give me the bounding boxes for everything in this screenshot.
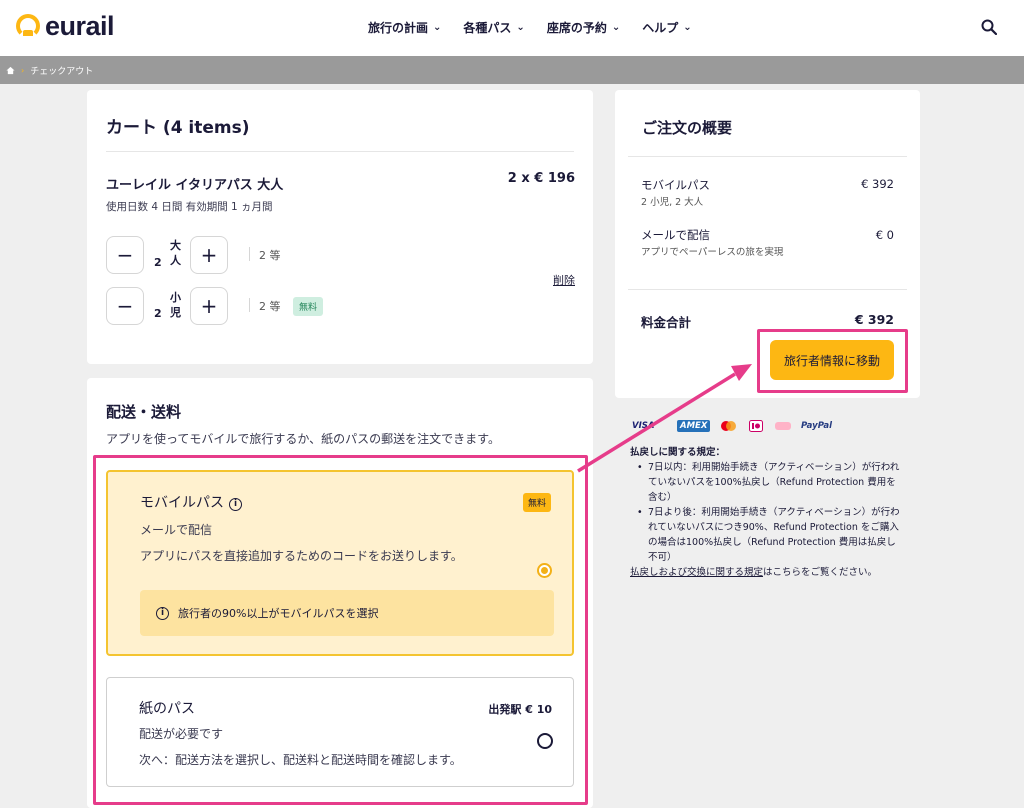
klarna-icon <box>775 422 791 430</box>
child-class: 2 等 <box>259 300 281 313</box>
breadcrumb-separator-icon: › <box>21 65 25 75</box>
mobile-pass-title: モバイルパス i <box>140 492 242 512</box>
paypal-icon: PayPal <box>801 421 833 431</box>
order-summary-panel: ご注文の概要 モバイルパス 2 小児, 2 大人 € 392 メールで配信 アプ… <box>615 90 920 398</box>
delivery-title: 配送・送料 <box>106 403 182 421</box>
summary-title: ご注文の概要 <box>642 119 733 137</box>
hint-text: 旅行者の90%以上がモバイルパスを選択 <box>178 607 379 620</box>
info-icon: i <box>156 606 169 620</box>
mobile-pass-hint: i 旅行者の90%以上がモバイルパスを選択 <box>140 590 554 636</box>
summary-email-label: メールで配信 <box>641 228 710 242</box>
paper-pass-title: 紙のパス <box>139 701 195 717</box>
ideal-icon <box>749 420 763 432</box>
adult-decrement-button[interactable]: − <box>106 236 144 274</box>
visa-icon: VISA <box>632 421 655 431</box>
nav-label: 各種パス <box>463 21 512 35</box>
eurail-logo[interactable]: eurail <box>16 10 115 41</box>
free-badge: 無料 <box>522 493 551 512</box>
mobile-pass-option[interactable]: モバイルパス i 無料 メールで配信 アプリにパスを直接追加するためのコードをお送… <box>106 470 574 656</box>
mobile-pass-radio[interactable] <box>537 563 552 578</box>
go-to-traveler-info-button[interactable]: 旅行者情報に移動 <box>770 340 894 380</box>
logo-text: eurail <box>45 10 115 41</box>
cart-panel: カート (4 items) <box>87 90 593 364</box>
divider <box>106 151 574 152</box>
refund-item: 7日より後：利用開始手続き（アクティベーション）が行われていないパスにつき90%… <box>630 505 900 565</box>
paper-pass-price: 出発駅 € 10 <box>488 703 552 716</box>
top-header: eurail 旅行の計画 ⌄ 各種パス ⌄ 座席の予約 ⌄ ヘルプ ⌄ <box>0 0 1024 56</box>
nav-label: ヘルプ <box>642 21 679 35</box>
logo-icon <box>16 14 40 38</box>
divider <box>249 247 250 261</box>
adult-class: 2 等 <box>259 249 281 262</box>
delivery-panel: 配送・送料 アプリを使ってモバイルで旅行するか、紙のパスの郵送を注文できます。 … <box>87 378 593 808</box>
chevron-down-icon: ⌄ <box>611 22 621 33</box>
mobile-pass-line2: アプリにパスを直接追加するためのコードをお送りします。 <box>140 549 463 563</box>
amex-icon: AMEX <box>677 420 711 432</box>
refund-link[interactable]: 払戻しおよび交換に関する規定 <box>630 567 763 578</box>
total-label: 料金合計 <box>641 315 692 330</box>
breadcrumb: › チェックアウト <box>0 56 1024 84</box>
refund-list: 7日以内：利用開始手続き（アクティベーション）が行われていないパスを100%払戻… <box>630 460 900 565</box>
nav-item-help[interactable]: ヘルプ ⌄ <box>642 19 691 36</box>
summary-mobile-label: モバイルパス <box>641 178 710 192</box>
adult-qty: 2 <box>154 256 162 269</box>
adult-label: 大人 <box>170 239 181 267</box>
chevron-down-icon: ⌄ <box>683 22 692 33</box>
info-icon[interactable]: i <box>229 498 242 511</box>
main-nav: 旅行の計画 ⌄ 各種パス ⌄ 座席の予約 ⌄ ヘルプ ⌄ <box>368 19 692 36</box>
mobile-pass-line1: メールで配信 <box>140 523 213 537</box>
pass-price: 2 x € 196 <box>507 171 575 186</box>
summary-mobile-value: € 392 <box>861 177 894 191</box>
refund-link-line: 払戻しおよび交換に関する規定はこちらをご覧ください。 <box>630 565 900 580</box>
paper-pass-line2: 次へ：配送方法を選択し、配送料と配送時間を確認します。 <box>139 753 462 767</box>
nav-label: 旅行の計画 <box>368 21 429 35</box>
pass-name: ユーレイル イタリアパス 大人 <box>106 178 284 193</box>
child-qty: 2 <box>154 307 162 320</box>
delivery-subtitle: アプリを使ってモバイルで旅行するか、紙のパスの郵送を注文できます。 <box>106 432 500 446</box>
home-icon[interactable] <box>6 66 15 75</box>
adult-increment-button[interactable]: + <box>190 236 228 274</box>
divider <box>249 298 250 312</box>
paper-pass-radio[interactable] <box>537 733 553 749</box>
divider <box>628 156 907 157</box>
pass-details: 使用日数 4 日間 有効期間 1 ヵ月間 <box>106 201 273 213</box>
paper-pass-line1: 配送が必要です <box>139 727 224 741</box>
child-increment-button[interactable]: + <box>190 287 228 325</box>
child-label: 小児 <box>170 291 181 319</box>
refund-title: 払戻しに関する規定： <box>630 447 726 458</box>
mobile-pass-label: モバイルパス <box>140 495 224 511</box>
chevron-down-icon: ⌄ <box>433 22 442 33</box>
breadcrumb-current: チェックアウト <box>30 66 94 77</box>
search-icon[interactable] <box>981 19 997 35</box>
child-decrement-button[interactable]: − <box>106 287 144 325</box>
refund-policy: 払戻しに関する規定： 7日以内：利用開始手続き（アクティベーション）が行われてい… <box>630 445 900 580</box>
mastercard-icon <box>721 421 736 431</box>
delete-link[interactable]: 削除 <box>553 272 575 288</box>
paper-pass-option[interactable]: 紙のパス 出発駅 € 10 配送が必要です 次へ：配送方法を選択し、配送料と配送… <box>106 677 574 787</box>
summary-mobile-sub: 2 小児, 2 大人 <box>641 197 704 208</box>
nav-label: 座席の予約 <box>546 21 607 35</box>
free-badge: 無料 <box>293 297 324 316</box>
nav-item-seat-reservation[interactable]: 座席の予約 ⌄ <box>547 19 620 36</box>
refund-item: 7日以内：利用開始手続き（アクティベーション）が行われていないパスを100%払戻… <box>630 460 900 505</box>
total-value: € 392 <box>854 312 894 327</box>
cart-title: カート (4 items) <box>106 118 250 138</box>
nav-item-passes[interactable]: 各種パス ⌄ <box>463 19 524 36</box>
summary-email-sub: アプリでペーパーレスの旅を実現 <box>641 247 784 258</box>
chevron-down-icon: ⌄ <box>516 22 525 33</box>
refund-link-suffix: はこちらをご覧ください。 <box>763 567 878 578</box>
divider <box>628 289 907 290</box>
nav-item-travel-planning[interactable]: 旅行の計画 ⌄ <box>368 19 441 36</box>
summary-email-value: € 0 <box>875 228 894 242</box>
